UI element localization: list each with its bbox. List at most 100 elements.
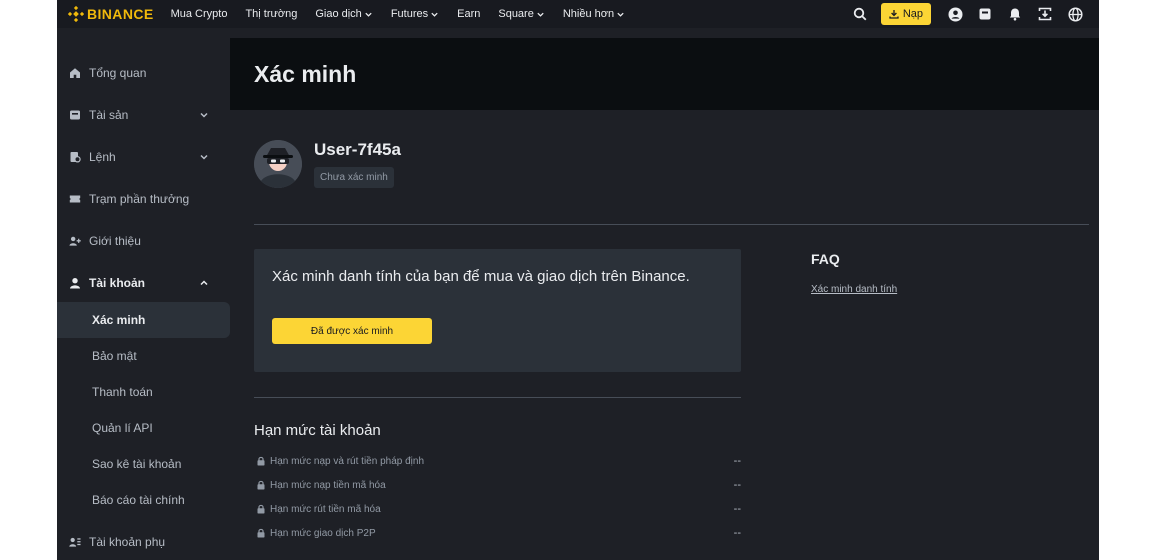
sidebar-item-label: Tổng quan xyxy=(89,66,147,80)
chevron-down-icon xyxy=(200,112,208,118)
sidebar-sub-financial-report[interactable]: Báo cáo tài chính xyxy=(57,482,230,518)
nav-futures[interactable]: Futures xyxy=(391,8,439,20)
limit-label: Hạn mức nạp và rút tiền pháp định xyxy=(270,455,425,467)
limit-row: Hạn mức giao dịch P2P -- xyxy=(254,525,741,541)
sidebar-sub-account-statement[interactable]: Sao kê tài khoản xyxy=(57,446,230,482)
nav-square[interactable]: Square xyxy=(498,8,544,20)
faq-title: FAQ xyxy=(811,251,840,267)
nav-label: Thị trường xyxy=(245,8,298,20)
lock-icon xyxy=(257,528,265,538)
sidebar-item-label: Trạm phần thưởng xyxy=(89,192,190,206)
account-limits-title: Hạn mức tài khoản xyxy=(254,422,381,439)
sidebar-item-label: Lệnh xyxy=(89,150,116,164)
limit-value: -- xyxy=(733,503,741,515)
lock-icon xyxy=(257,480,265,490)
nav-trade[interactable]: Giao dịch xyxy=(315,8,372,20)
page-title: Xác minh xyxy=(254,60,357,87)
divider xyxy=(254,224,1089,225)
chevron-down-icon xyxy=(365,12,372,17)
chevron-down-icon xyxy=(537,12,544,17)
limit-row: Hạn mức nạp tiền mã hóa -- xyxy=(254,477,741,493)
sidebar-item-referral[interactable]: Giới thiệu xyxy=(57,223,230,259)
user-icon[interactable] xyxy=(947,6,963,22)
nav-more[interactable]: Nhiều hơn xyxy=(563,8,625,20)
chevron-down-icon xyxy=(200,154,208,160)
avatar[interactable] xyxy=(254,140,302,188)
limit-label: Hạn mức nạp tiền mã hóa xyxy=(270,479,386,491)
sidebar-sub-api-management[interactable]: Quản lí API xyxy=(57,410,230,446)
wallet-icon[interactable] xyxy=(977,6,993,22)
username: User-7f45a xyxy=(314,140,401,159)
nav-label: Mua Crypto xyxy=(170,8,228,20)
chevron-up-icon xyxy=(200,280,208,286)
search-icon[interactable] xyxy=(852,6,868,22)
add-user-icon xyxy=(69,235,81,247)
deposit-icon xyxy=(889,10,899,19)
nav-earn[interactable]: Earn xyxy=(457,8,480,20)
sidebar-sub-label: Thanh toán xyxy=(92,385,153,399)
binance-diamond-icon xyxy=(68,6,84,22)
page-header: Xác minh xyxy=(230,38,1099,110)
limit-row: Hạn mức nạp và rút tiền pháp định -- xyxy=(254,453,741,469)
sidebar-sub-label: Xác minh xyxy=(92,313,146,327)
notification-bell-icon[interactable] xyxy=(1007,6,1023,22)
wallet-icon xyxy=(69,109,81,121)
user-icon xyxy=(69,277,81,289)
sidebar-item-label: Tài khoản phụ xyxy=(89,535,166,549)
lock-icon xyxy=(257,504,265,514)
sidebar-sub-verification[interactable]: Xác minh xyxy=(57,302,230,338)
sidebar-sub-security[interactable]: Bảo mật xyxy=(57,338,230,374)
sidebar-sub-label: Báo cáo tài chính xyxy=(92,493,185,507)
home-icon xyxy=(69,67,81,79)
limit-row: Hạn mức rút tiền mã hóa -- xyxy=(254,501,741,517)
status-badge: Chưa xác minh xyxy=(314,167,394,188)
sidebar-item-assets[interactable]: Tài sản xyxy=(57,97,230,133)
limit-value: -- xyxy=(733,455,741,467)
sidebar-item-label: Giới thiệu xyxy=(89,234,141,248)
sidebar-item-label: Tài sản xyxy=(89,108,129,122)
top-navigation-bar: BINANCE Mua Crypto Thị trường Giao dịch … xyxy=(57,0,1099,28)
ticket-icon xyxy=(69,193,81,205)
binance-app: BINANCE Mua Crypto Thị trường Giao dịch … xyxy=(57,0,1099,560)
sidebar-item-label: Tài khoản xyxy=(89,276,146,290)
verified-button[interactable]: Đã được xác minh xyxy=(272,318,432,344)
limit-label: Hạn mức rút tiền mã hóa xyxy=(270,503,381,515)
lock-icon xyxy=(257,456,265,466)
sidebar-item-account[interactable]: Tài khoản xyxy=(57,265,230,301)
sidebar-item-overview[interactable]: Tổng quan xyxy=(57,55,230,91)
sidebar-sub-label: Sao kê tài khoản xyxy=(92,457,182,471)
nav-label: Nhiều hơn xyxy=(562,8,615,20)
logo-text: BINANCE xyxy=(87,6,154,22)
download-icon[interactable] xyxy=(1037,6,1053,22)
sidebar-sub-label: Bảo mật xyxy=(92,349,137,363)
deposit-label: Nạp xyxy=(902,8,923,20)
nav-label: Square xyxy=(498,8,534,20)
verification-message: Xác minh danh tính của bạn để mua và gia… xyxy=(272,268,690,285)
divider xyxy=(254,397,741,398)
chevron-down-icon xyxy=(431,12,438,17)
sidebar-sub-label: Quản lí API xyxy=(92,421,153,435)
nav-buy-crypto[interactable]: Mua Crypto xyxy=(171,8,228,20)
sidebar-sub-payment[interactable]: Thanh toán xyxy=(57,374,230,410)
sidebar: Tổng quan Tài sản Lệnh Trạm phần thưởng … xyxy=(57,38,230,560)
nav-label: Earn xyxy=(457,8,481,20)
sub-account-icon xyxy=(69,536,81,548)
limit-value: -- xyxy=(733,527,741,539)
top-right-actions: Nạp xyxy=(838,0,1083,28)
chevron-down-icon xyxy=(617,12,624,17)
orders-icon xyxy=(69,151,81,163)
binance-logo[interactable]: BINANCE xyxy=(68,0,154,28)
sidebar-item-rewards-hub[interactable]: Trạm phần thưởng xyxy=(57,181,230,217)
nav-label: Giao dịch xyxy=(315,8,362,20)
sidebar-item-sub-account[interactable]: Tài khoản phụ xyxy=(57,524,230,560)
sidebar-item-orders[interactable]: Lệnh xyxy=(57,139,230,175)
verification-card: Xác minh danh tính của bạn để mua và gia… xyxy=(254,249,741,372)
faq-link-identity-verification[interactable]: Xác minh danh tính xyxy=(811,284,897,295)
language-globe-icon[interactable] xyxy=(1067,6,1083,22)
main-nav: Mua Crypto Thị trường Giao dịch Futures … xyxy=(171,8,644,20)
nav-markets[interactable]: Thị trường xyxy=(245,8,297,20)
nav-label: Futures xyxy=(390,8,429,20)
deposit-button[interactable]: Nạp xyxy=(880,3,931,25)
limit-label: Hạn mức giao dịch P2P xyxy=(270,527,376,539)
limit-value: -- xyxy=(733,479,741,491)
